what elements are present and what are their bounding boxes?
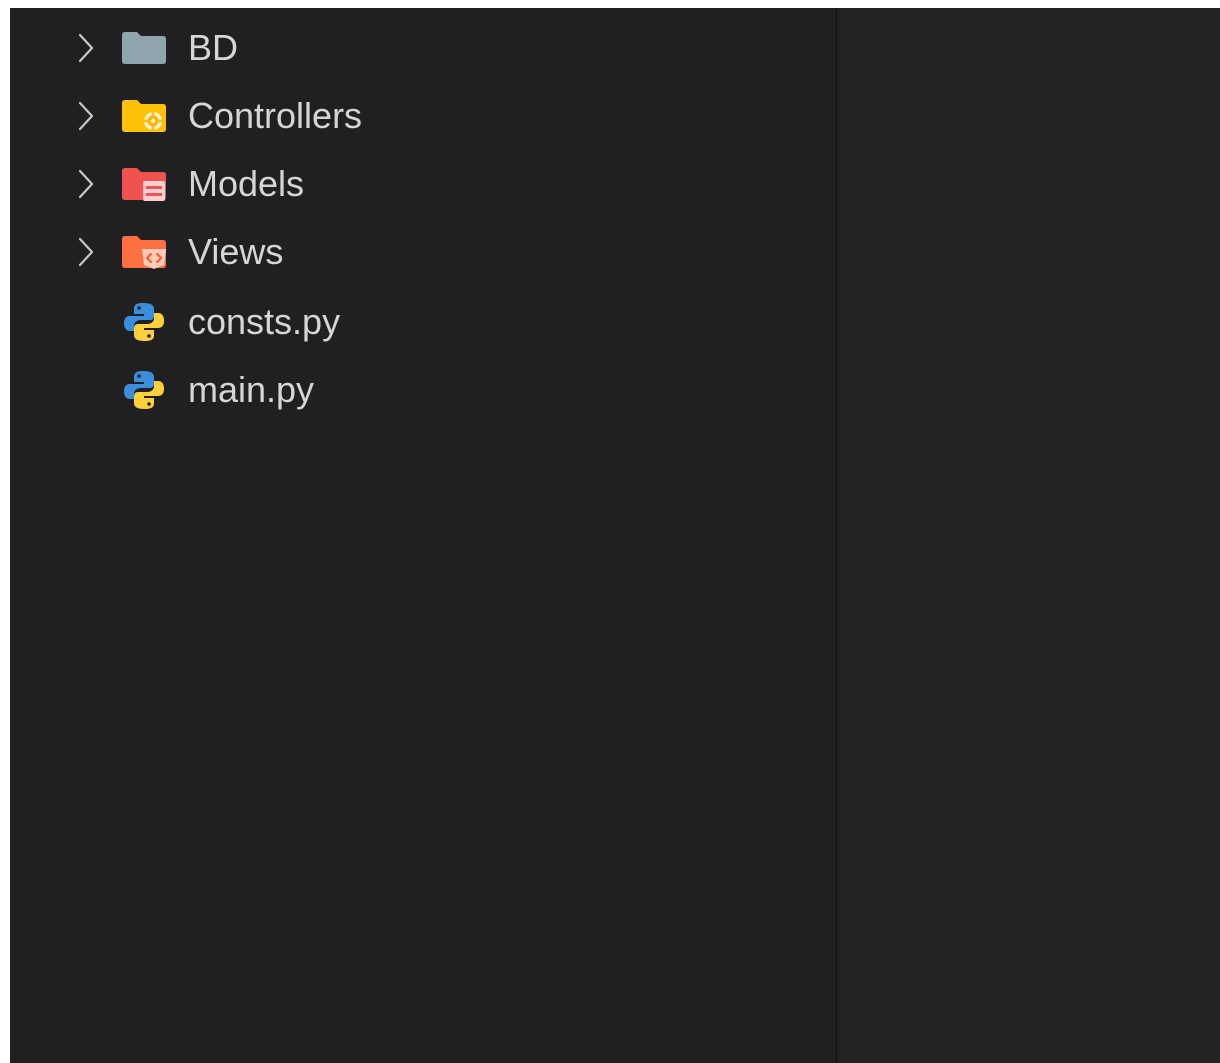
- editor-window: BD Controllers Models Views consts.py ma…: [10, 8, 1220, 1063]
- tree-item-label: consts.py: [188, 301, 341, 342]
- tree-item-bd[interactable]: BD: [10, 14, 836, 82]
- tree-item-label: Models: [188, 163, 305, 204]
- tree-item-views[interactable]: Views: [10, 218, 836, 286]
- chevron-right-icon[interactable]: [74, 30, 98, 66]
- file-explorer: BD Controllers Models Views consts.py ma…: [10, 8, 837, 1063]
- tree-item-models[interactable]: Models: [10, 150, 836, 218]
- folder-controllers-icon: [120, 96, 168, 136]
- tree-item-label: BD: [188, 27, 239, 68]
- folder-models-icon: [120, 164, 168, 204]
- chevron-right-icon[interactable]: [74, 234, 98, 270]
- tree-item-label: main.py: [188, 369, 315, 410]
- chevron-right-icon[interactable]: [74, 166, 98, 202]
- python-icon: [120, 302, 168, 342]
- tree-item-consts-py[interactable]: consts.py: [10, 288, 836, 356]
- tree-item-label: Controllers: [188, 95, 363, 136]
- folder-icon: [120, 28, 168, 68]
- tree-item-main-py[interactable]: main.py: [10, 356, 836, 424]
- editor-area: [837, 8, 1220, 1063]
- folder-views-icon: [120, 232, 168, 272]
- tree-item-label: Views: [188, 231, 284, 272]
- python-icon: [120, 370, 168, 410]
- chevron-right-icon[interactable]: [74, 98, 98, 134]
- tree-item-controllers[interactable]: Controllers: [10, 82, 836, 150]
